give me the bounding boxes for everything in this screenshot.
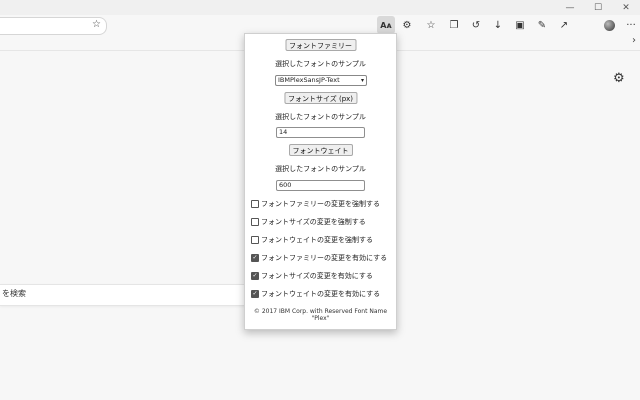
profile-avatar[interactable]: [600, 16, 618, 34]
force-font-family-checkbox[interactable]: フォントファミリーの変更を強制する: [251, 199, 380, 209]
checkbox-checked-icon: ✓: [251, 272, 259, 280]
extensions-icon[interactable]: ✎: [533, 16, 551, 34]
chevron-down-icon: ▾: [360, 77, 364, 84]
more-menu-button[interactable]: ···: [622, 16, 640, 34]
close-button[interactable]: ✕: [612, 0, 640, 15]
checkbox-checked-icon: ✓: [251, 290, 259, 298]
search-text: を検索: [2, 289, 26, 298]
font-family-sample: 選択したフォントのサンプル: [275, 60, 366, 68]
avatar: [603, 19, 615, 31]
share-icon[interactable]: ↗: [555, 16, 573, 34]
address-bar[interactable]: [0, 17, 107, 35]
font-weight-input[interactable]: 600: [276, 180, 365, 191]
enable-font-family-checkbox[interactable]: ✓ フォントファミリーの変更を有効にする: [251, 253, 387, 263]
force-font-size-checkbox[interactable]: フォントサイズの変更を強制する: [251, 217, 366, 227]
checkbox-label: フォントウェイトの変更を有効にする: [261, 290, 381, 298]
downloads-icon[interactable]: ↓: [489, 16, 507, 34]
checkbox-label: フォントサイズの変更を強制する: [261, 218, 366, 226]
copyright-text: © 2017 IBM Corp. with Reserved Font Name…: [253, 308, 388, 322]
extension-icon[interactable]: ⚙: [398, 16, 416, 34]
settings-gear-icon[interactable]: ⚙: [613, 71, 625, 86]
font-family-button[interactable]: フォントファミリー: [285, 39, 356, 51]
font-family-select-value: IBMPlexSansJP-Text: [278, 76, 340, 84]
checkbox-label: フォントファミリーの変更を強制する: [261, 200, 380, 208]
chevron-right-icon[interactable]: ›: [632, 35, 636, 46]
more-icon: ···: [626, 19, 636, 31]
favorites-icon[interactable]: ☆: [422, 16, 440, 34]
font-size-input[interactable]: 14: [276, 127, 365, 138]
collections-icon[interactable]: ❐: [445, 16, 463, 34]
checkbox-checked-icon: ✓: [251, 254, 259, 262]
font-settings-popup: フォントファミリー 選択したフォントのサンプル IBMPlexSansJP-Te…: [244, 33, 397, 330]
checkbox-label: フォントファミリーの変更を有効にする: [261, 254, 388, 262]
checkbox-box: [251, 200, 259, 208]
font-family-select[interactable]: IBMPlexSansJP-Text ▾: [275, 75, 367, 86]
add-favorite-icon[interactable]: ☆: [92, 19, 101, 30]
font-extension-icon: Aᴀ: [380, 20, 392, 30]
history-icon[interactable]: ↺: [467, 16, 485, 34]
title-bar: — ☐ ✕: [0, 0, 640, 15]
checkbox-label: フォントサイズの変更を有効にする: [261, 272, 373, 280]
font-weight-sample: 選択したフォントのサンプル: [275, 165, 366, 173]
force-font-weight-checkbox[interactable]: フォントウェイトの変更を強制する: [251, 235, 373, 245]
font-size-sample: 選択したフォントのサンプル: [275, 113, 366, 121]
font-extension-button[interactable]: Aᴀ: [377, 16, 395, 34]
checkbox-box: [251, 218, 259, 226]
web-capture-icon[interactable]: ▣: [511, 16, 529, 34]
font-weight-button[interactable]: フォントウェイト: [288, 144, 353, 156]
search-box[interactable]: を検索: [0, 284, 263, 306]
enable-font-weight-checkbox[interactable]: ✓ フォントウェイトの変更を有効にする: [251, 289, 380, 299]
maximize-button[interactable]: ☐: [584, 0, 612, 15]
checkbox-label: フォントウェイトの変更を強制する: [261, 236, 373, 244]
minimize-button[interactable]: —: [556, 0, 584, 15]
font-size-button[interactable]: フォントサイズ (px): [283, 92, 358, 104]
checkbox-box: [251, 236, 259, 244]
enable-font-size-checkbox[interactable]: ✓ フォントサイズの変更を有効にする: [251, 271, 373, 281]
